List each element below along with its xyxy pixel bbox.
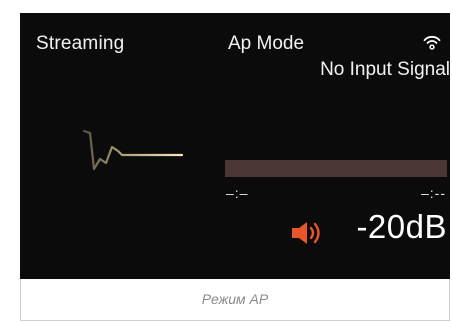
signal-status-text: No Input Signal (320, 59, 450, 80)
mode-label: Ap Mode (228, 33, 305, 54)
caption-box: Режим AP (20, 279, 450, 321)
volume-level: -20dB (356, 208, 447, 245)
waveform-icon (82, 129, 184, 171)
elapsed-time: –:– (226, 185, 249, 201)
total-time: –:-- (421, 185, 446, 201)
progress-bar (225, 160, 447, 177)
device-display-screen: Streaming Ap Mode No Input Signal –:– –:… (20, 13, 450, 279)
speaker-volume-icon (292, 222, 320, 244)
source-label: Streaming (36, 33, 125, 54)
figure: Streaming Ap Mode No Input Signal –:– –:… (0, 0, 452, 322)
wifi-icon (423, 35, 441, 50)
figure-caption: Режим AP (201, 291, 269, 307)
